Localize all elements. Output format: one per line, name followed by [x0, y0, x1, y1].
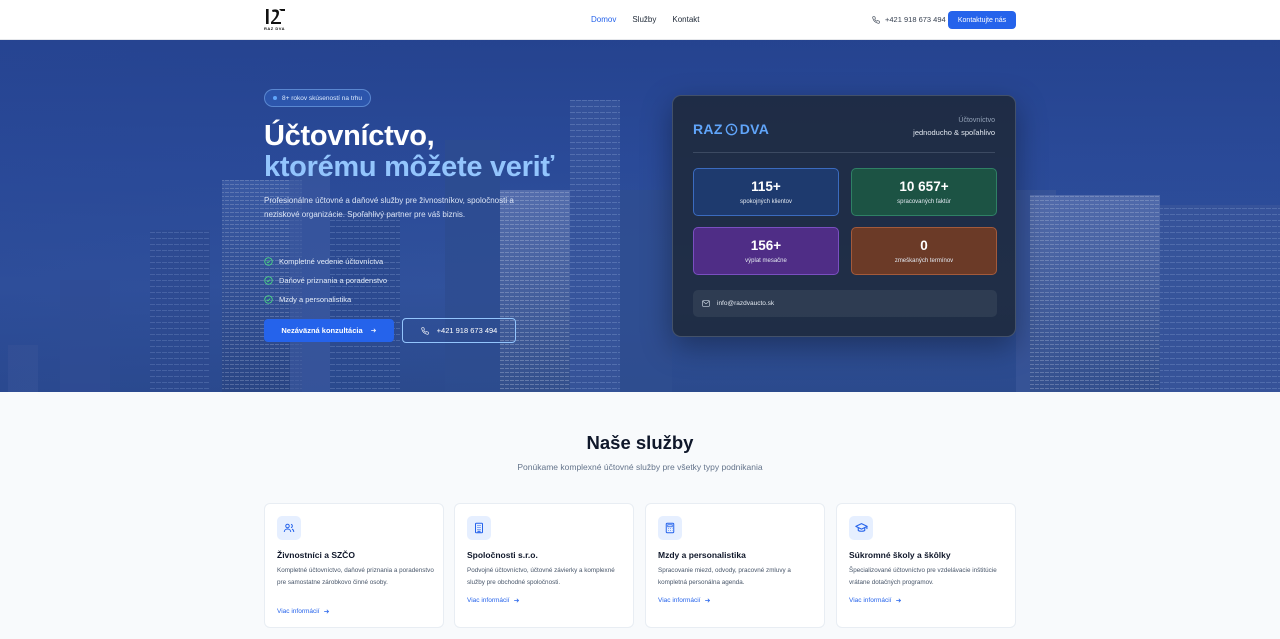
card-tagline-top: Účtovníctvo [958, 117, 995, 124]
logo[interactable]: RAZ DVA [264, 8, 286, 32]
consultation-button[interactable]: Nezáväzná konzultácia [264, 319, 394, 342]
logo-text: RAZ DVA [264, 26, 285, 31]
service-description: Podvojné účtovníctvo, účtovné závierky a… [467, 567, 615, 586]
more-info-link[interactable]: Viac informácií [277, 608, 330, 615]
top-navigation: RAZ DVA Domov Služby Kontakt +421 918 67… [0, 0, 1280, 40]
service-title: Mzdy a personalistika [658, 550, 746, 560]
service-card-companies[interactable]: Spoločnosti s.r.o. Podvojné účtovníctvo,… [454, 503, 634, 628]
service-icon-box [849, 516, 873, 540]
checklist-item: Mzdy a personalistika [264, 290, 387, 309]
more-info-label: Viac informácií [467, 597, 510, 604]
email-link[interactable]: info@razdvaucto.sk [693, 290, 997, 317]
service-description: Špecializované účtovníctvo pre vzdelávac… [849, 567, 997, 586]
nav-link-contact[interactable]: Kontakt [672, 15, 699, 24]
service-title: Živnostníci a SZČO [277, 550, 355, 560]
more-info-link[interactable]: Viac informácií [849, 597, 902, 604]
stat-missed-deadlines: 0 zmeškaných termínov [851, 227, 997, 275]
arrow-right-icon [513, 598, 519, 603]
contact-us-button[interactable]: Kontaktujte nás [948, 11, 1016, 29]
main-menu: Domov Služby Kontakt [591, 15, 700, 24]
badge-dot-icon [273, 96, 277, 100]
mail-icon [702, 300, 710, 307]
more-info-link[interactable]: Viac informácií [467, 597, 520, 604]
stat-value: 10 657+ [899, 179, 949, 194]
more-info-label: Viac informácií [658, 597, 701, 604]
phone-icon [421, 326, 429, 335]
services-title: Naše služby [586, 432, 694, 453]
service-title: Súkromné školy a škôlky [849, 550, 951, 560]
stat-clients: 115+ spokojných klientov [693, 168, 839, 216]
call-button-label: +421 918 673 494 [436, 326, 498, 335]
service-description: Kompletné účtovníctvo, daňové priznania … [277, 567, 434, 586]
services-subtitle: Ponúkame komplexné účtovné služby pre vš… [517, 462, 763, 472]
graduation-cap-icon [854, 523, 868, 532]
hero-overlay [0, 40, 1280, 392]
card-tagline: Účtovníctvo jednoducho & spoľahlivo [913, 117, 995, 137]
hero-description: Profesionálne účtovné a daňové služby pr… [264, 196, 514, 219]
service-card-payroll[interactable]: Mzdy a personalistika Spracovanie miezd,… [645, 503, 825, 628]
arrow-right-icon [370, 328, 376, 333]
consultation-button-label: Nezáväzná konzultácia [281, 326, 363, 335]
hero-title-line-1: Účtovníctvo, [264, 120, 435, 152]
arrow-right-icon [895, 598, 901, 603]
stat-value: 115+ [751, 179, 781, 194]
arrow-right-icon [323, 609, 329, 614]
arrow-right-icon [704, 598, 710, 603]
stat-label: výplat mesačne [745, 258, 787, 264]
checklist-item: Kompletné vedenie účtovníctva [264, 252, 387, 271]
nav-phone-text: +421 918 673 494 [885, 15, 946, 24]
stat-value: 156+ [750, 238, 782, 253]
badge-text: 8+ rokov skúseností na trhu [282, 94, 363, 102]
stat-label: spokojných klientov [739, 199, 793, 205]
service-icon-box [467, 516, 491, 540]
check-circle-icon [264, 295, 273, 304]
service-icon-box [658, 516, 682, 540]
checklist-item-label: Daňové priznania a poradenstvo [279, 276, 387, 285]
card-logo-right: DVA [739, 121, 770, 137]
card-logo: RAZ DVA [693, 121, 769, 137]
service-description: Spracovanie miezd, odvody, pracovné zmlu… [658, 567, 791, 586]
stat-label: zmeškaných termínov [894, 258, 954, 264]
service-card-tradesmen[interactable]: Živnostníci a SZČO Kompletné účtovníctvo… [264, 503, 444, 628]
stat-label: spracovaných faktúr [897, 199, 951, 205]
stat-invoices: 10 657+ spracovaných faktúr [851, 168, 997, 216]
stat-value: 0 [920, 238, 928, 253]
service-card-schools[interactable]: Súkromné školy a škôlky Špecializované ú… [836, 503, 1016, 628]
nav-phone-link[interactable]: +421 918 673 494 [872, 15, 946, 24]
company-stats-card: RAZ DVA Účtovníctvo jednoducho & spoľahl… [672, 95, 1016, 337]
checklist-item-label: Kompletné vedenie účtovníctva [279, 257, 384, 266]
check-circle-icon [264, 276, 273, 285]
more-info-label: Viac informácií [849, 597, 892, 604]
service-title: Spoločnosti s.r.o. [467, 550, 538, 560]
hero-title-line-2: ktorému môžete veriť [264, 151, 554, 183]
card-divider [693, 152, 995, 153]
checklist-item-label: Mzdy a personalistika [279, 295, 352, 304]
call-button[interactable]: +421 918 673 494 [402, 318, 516, 343]
checklist-item: Daňové priznania a poradenstvo [264, 271, 387, 290]
email-text: info@razdvaucto.sk [717, 300, 775, 307]
calculator-icon [665, 522, 675, 534]
experience-badge: 8+ rokov skúseností na trhu [264, 89, 372, 107]
card-tagline-bottom: jednoducho & spoľahlivo [913, 128, 995, 137]
nav-link-services[interactable]: Služby [632, 15, 656, 24]
more-info-label: Viac informácií [277, 608, 320, 615]
building-icon [475, 522, 483, 534]
hero-section: 8+ rokov skúseností na trhu Účtovníctvo,… [0, 40, 1280, 392]
clock-icon [725, 123, 738, 135]
stat-payrolls: 156+ výplat mesačne [693, 227, 839, 275]
users-icon [283, 523, 295, 533]
nav-link-home[interactable]: Domov [591, 15, 616, 24]
phone-icon [872, 15, 880, 24]
check-circle-icon [264, 257, 273, 266]
service-icon-box [277, 516, 301, 540]
feature-checklist: Kompletné vedenie účtovníctva Daňové pri… [264, 252, 387, 309]
more-info-link[interactable]: Viac informácií [658, 597, 711, 604]
card-logo-left: RAZ [693, 121, 723, 137]
logo-mark-icon [266, 9, 285, 24]
